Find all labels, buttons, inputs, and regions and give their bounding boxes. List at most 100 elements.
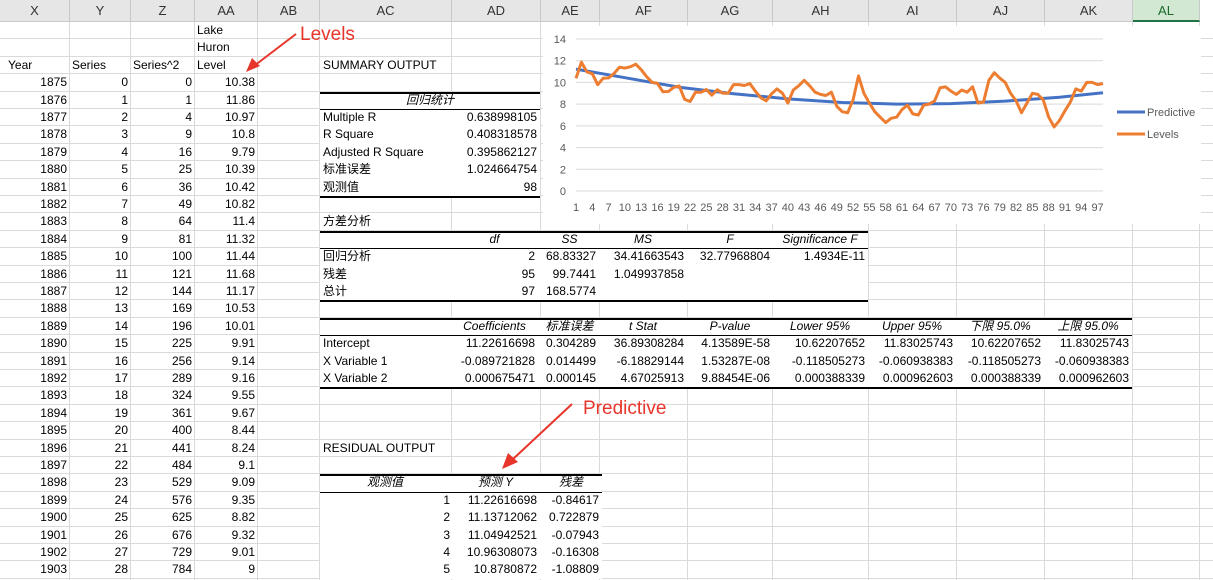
series-cell[interactable]: 2 <box>70 109 128 126</box>
coef-value[interactable]: 11.22616698 <box>452 335 535 352</box>
series-sq-cell[interactable]: 9 <box>131 126 192 143</box>
series-cell[interactable]: 18 <box>70 387 128 404</box>
anova-header[interactable]: df <box>452 231 537 248</box>
column-header-al[interactable]: AL <box>1133 0 1200 22</box>
residual-obs[interactable]: 5 <box>320 561 450 578</box>
year-cell[interactable]: 1879 <box>4 144 67 161</box>
coef-value[interactable]: 4.67025913 <box>600 370 684 387</box>
coef-value[interactable]: -0.089721828 <box>452 353 535 370</box>
coef-header[interactable]: Lower 95% <box>773 318 867 335</box>
series-cell[interactable]: 23 <box>70 474 128 491</box>
series-cell[interactable]: 10 <box>70 248 128 265</box>
year-cell[interactable]: 1902 <box>4 544 67 561</box>
coef-header[interactable]: P-value <box>688 318 772 335</box>
level-cell[interactable]: 9.09 <box>195 474 255 491</box>
level-cell[interactable]: 11.17 <box>195 283 255 300</box>
coef-value[interactable]: 10.62207652 <box>773 335 865 352</box>
series-sq-cell[interactable]: 196 <box>131 318 192 335</box>
header-series-sq[interactable]: Series^2 <box>133 57 195 74</box>
series-sq-cell[interactable]: 49 <box>131 196 192 213</box>
anova-header[interactable]: MS <box>600 231 686 248</box>
column-header-ai[interactable]: AI <box>869 0 957 22</box>
residual-value[interactable]: 0.722879 <box>541 509 599 526</box>
column-header-ah[interactable]: AH <box>773 0 869 22</box>
coef-row-label[interactable]: X Variable 1 <box>323 353 443 370</box>
residual-predicted[interactable]: 10.8780872 <box>452 561 537 578</box>
anova-title[interactable]: 方差分析 <box>323 213 443 230</box>
series-sq-cell[interactable]: 4 <box>131 109 192 126</box>
year-cell[interactable]: 1884 <box>4 231 67 248</box>
residual-header[interactable]: 观测值 <box>320 474 450 491</box>
residual-value[interactable]: -1.08809 <box>541 561 599 578</box>
level-cell[interactable]: 9.91 <box>195 335 255 352</box>
series-cell[interactable]: 21 <box>70 440 128 457</box>
series-cell[interactable]: 22 <box>70 457 128 474</box>
year-cell[interactable]: 1882 <box>4 196 67 213</box>
anova-value[interactable]: 168.5774 <box>541 283 596 300</box>
level-cell[interactable]: 9.16 <box>195 370 255 387</box>
year-cell[interactable]: 1878 <box>4 126 67 143</box>
reg-stat-value[interactable]: 98 <box>452 179 537 196</box>
residual-value[interactable]: -0.84617 <box>541 492 599 509</box>
series-cell[interactable]: 28 <box>70 561 128 578</box>
level-cell[interactable]: 8.82 <box>195 509 255 526</box>
series-cell[interactable]: 24 <box>70 492 128 509</box>
coef-header[interactable]: 标准误差 <box>541 318 598 335</box>
anova-value[interactable]: 1.049937858 <box>600 266 684 283</box>
column-header-af[interactable]: AF <box>600 0 688 22</box>
year-cell[interactable]: 1875 <box>4 74 67 91</box>
series-sq-cell[interactable]: 225 <box>131 335 192 352</box>
year-cell[interactable]: 1888 <box>4 300 67 317</box>
coef-value[interactable]: -0.060938383 <box>1045 353 1129 370</box>
column-header-ac[interactable]: AC <box>320 0 452 22</box>
level-cell[interactable]: 9.55 <box>195 387 255 404</box>
series-cell[interactable]: 26 <box>70 527 128 544</box>
residual-obs[interactable]: 4 <box>320 544 450 561</box>
level-cell[interactable]: 9.1 <box>195 457 255 474</box>
anova-row-label[interactable]: 总计 <box>323 283 443 300</box>
level-cell[interactable]: 10.53 <box>195 300 255 317</box>
coef-value[interactable]: 4.13589E-58 <box>688 335 770 352</box>
level-cell[interactable]: 10.39 <box>195 161 255 178</box>
anova-value[interactable]: 2 <box>452 248 535 265</box>
year-cell[interactable]: 1881 <box>4 179 67 196</box>
column-header-y[interactable]: Y <box>70 0 131 22</box>
series-cell[interactable]: 11 <box>70 266 128 283</box>
level-cell[interactable]: 9.32 <box>195 527 255 544</box>
coef-value[interactable]: 10.62207652 <box>957 335 1041 352</box>
series-sq-cell[interactable]: 361 <box>131 405 192 422</box>
column-header-z[interactable]: Z <box>131 0 195 22</box>
year-cell[interactable]: 1891 <box>4 353 67 370</box>
anova-value[interactable] <box>688 283 770 300</box>
coef-value[interactable]: -0.060938383 <box>869 353 953 370</box>
residual-predicted[interactable]: 11.04942521 <box>452 527 537 544</box>
level-cell[interactable]: 11.68 <box>195 266 255 283</box>
coef-value[interactable]: 0.000675471 <box>452 370 535 387</box>
reg-stat-value[interactable]: 0.395862127 <box>452 144 537 161</box>
level-cell[interactable]: 9.01 <box>195 544 255 561</box>
coef-value[interactable]: 0.000388339 <box>773 370 865 387</box>
summary-title[interactable]: SUMMARY OUTPUT <box>323 57 523 74</box>
coef-header[interactable]: Coefficients <box>452 318 537 335</box>
year-cell[interactable]: 1876 <box>4 92 67 109</box>
anova-header[interactable]: Significance F <box>773 231 867 248</box>
series-sq-cell[interactable]: 529 <box>131 474 192 491</box>
level-cell[interactable]: 9.79 <box>195 144 255 161</box>
anova-header[interactable]: F <box>688 231 772 248</box>
level-cell[interactable]: 9.67 <box>195 405 255 422</box>
series-sq-cell[interactable]: 289 <box>131 370 192 387</box>
coef-header[interactable]: Upper 95% <box>869 318 955 335</box>
residual-predicted[interactable]: 10.96308073 <box>452 544 537 561</box>
series-cell[interactable]: 1 <box>70 92 128 109</box>
series-sq-cell[interactable]: 441 <box>131 440 192 457</box>
level-cell[interactable]: 10.97 <box>195 109 255 126</box>
series-sq-cell[interactable]: 1 <box>131 92 192 109</box>
level-cell[interactable]: 10.01 <box>195 318 255 335</box>
coef-value[interactable]: 1.53287E-08 <box>688 353 770 370</box>
year-cell[interactable]: 1886 <box>4 266 67 283</box>
reg-stat-label[interactable]: 标准误差 <box>323 161 453 178</box>
reg-stat-value[interactable]: 0.408318578 <box>452 126 537 143</box>
coef-value[interactable]: 0.000962603 <box>869 370 953 387</box>
coef-value[interactable]: -6.18829144 <box>600 353 684 370</box>
coef-value[interactable]: 11.83025743 <box>869 335 953 352</box>
